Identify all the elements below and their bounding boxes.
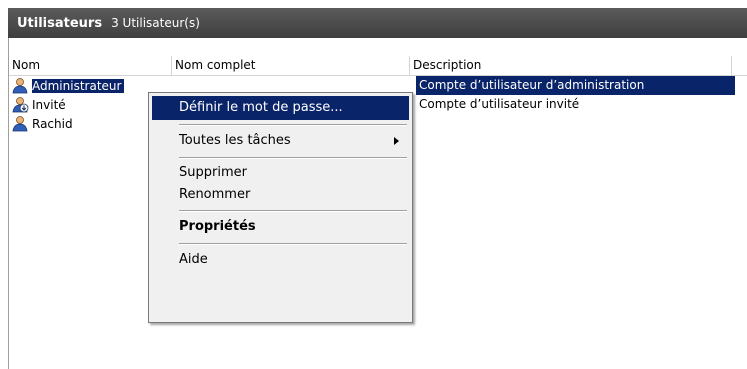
panel-title-bar: Utilisateurs 3 Utilisateur(s) [8,8,747,38]
submenu-arrow-icon [394,137,399,145]
menu-item-set-password[interactable]: Définir le mot de passe... [152,96,409,120]
menu-item-label: Toutes les tâches [179,133,291,148]
list-header: Nom Nom complet Description [9,56,747,76]
menu-item-properties[interactable]: Propriétés [152,215,409,239]
menu-item-delete[interactable]: Supprimer [152,162,409,184]
admin-user-icon [12,77,30,94]
menu-separator [179,210,407,212]
user-name: Rachid [32,116,73,131]
column-header-filler [732,56,747,75]
user-icon [12,115,30,132]
user-description: Compte d’utilisateur d’administration [416,76,735,95]
context-menu: Définir le mot de passe... Toutes les tâ… [148,92,413,323]
column-header-fullname[interactable]: Nom complet [172,56,410,75]
user-description: Compte d’utilisateur invité [419,97,580,111]
menu-item-all-tasks[interactable]: Toutes les tâches [152,129,409,153]
user-name: Administrateur [32,78,125,93]
user-description [416,114,423,133]
panel-title: Utilisateurs [17,15,103,31]
menu-item-rename[interactable]: Renommer [152,184,409,206]
menu-separator [179,243,407,245]
menu-item-help[interactable]: Aide [152,248,409,272]
user-name: Invité [32,97,66,112]
disabled-user-icon [12,96,30,113]
column-header-description[interactable]: Description [410,56,732,75]
menu-separator [179,124,407,126]
menu-separator [179,157,407,159]
item-count: 3 Utilisateur(s) [111,16,200,30]
column-header-name[interactable]: Nom [9,56,172,75]
